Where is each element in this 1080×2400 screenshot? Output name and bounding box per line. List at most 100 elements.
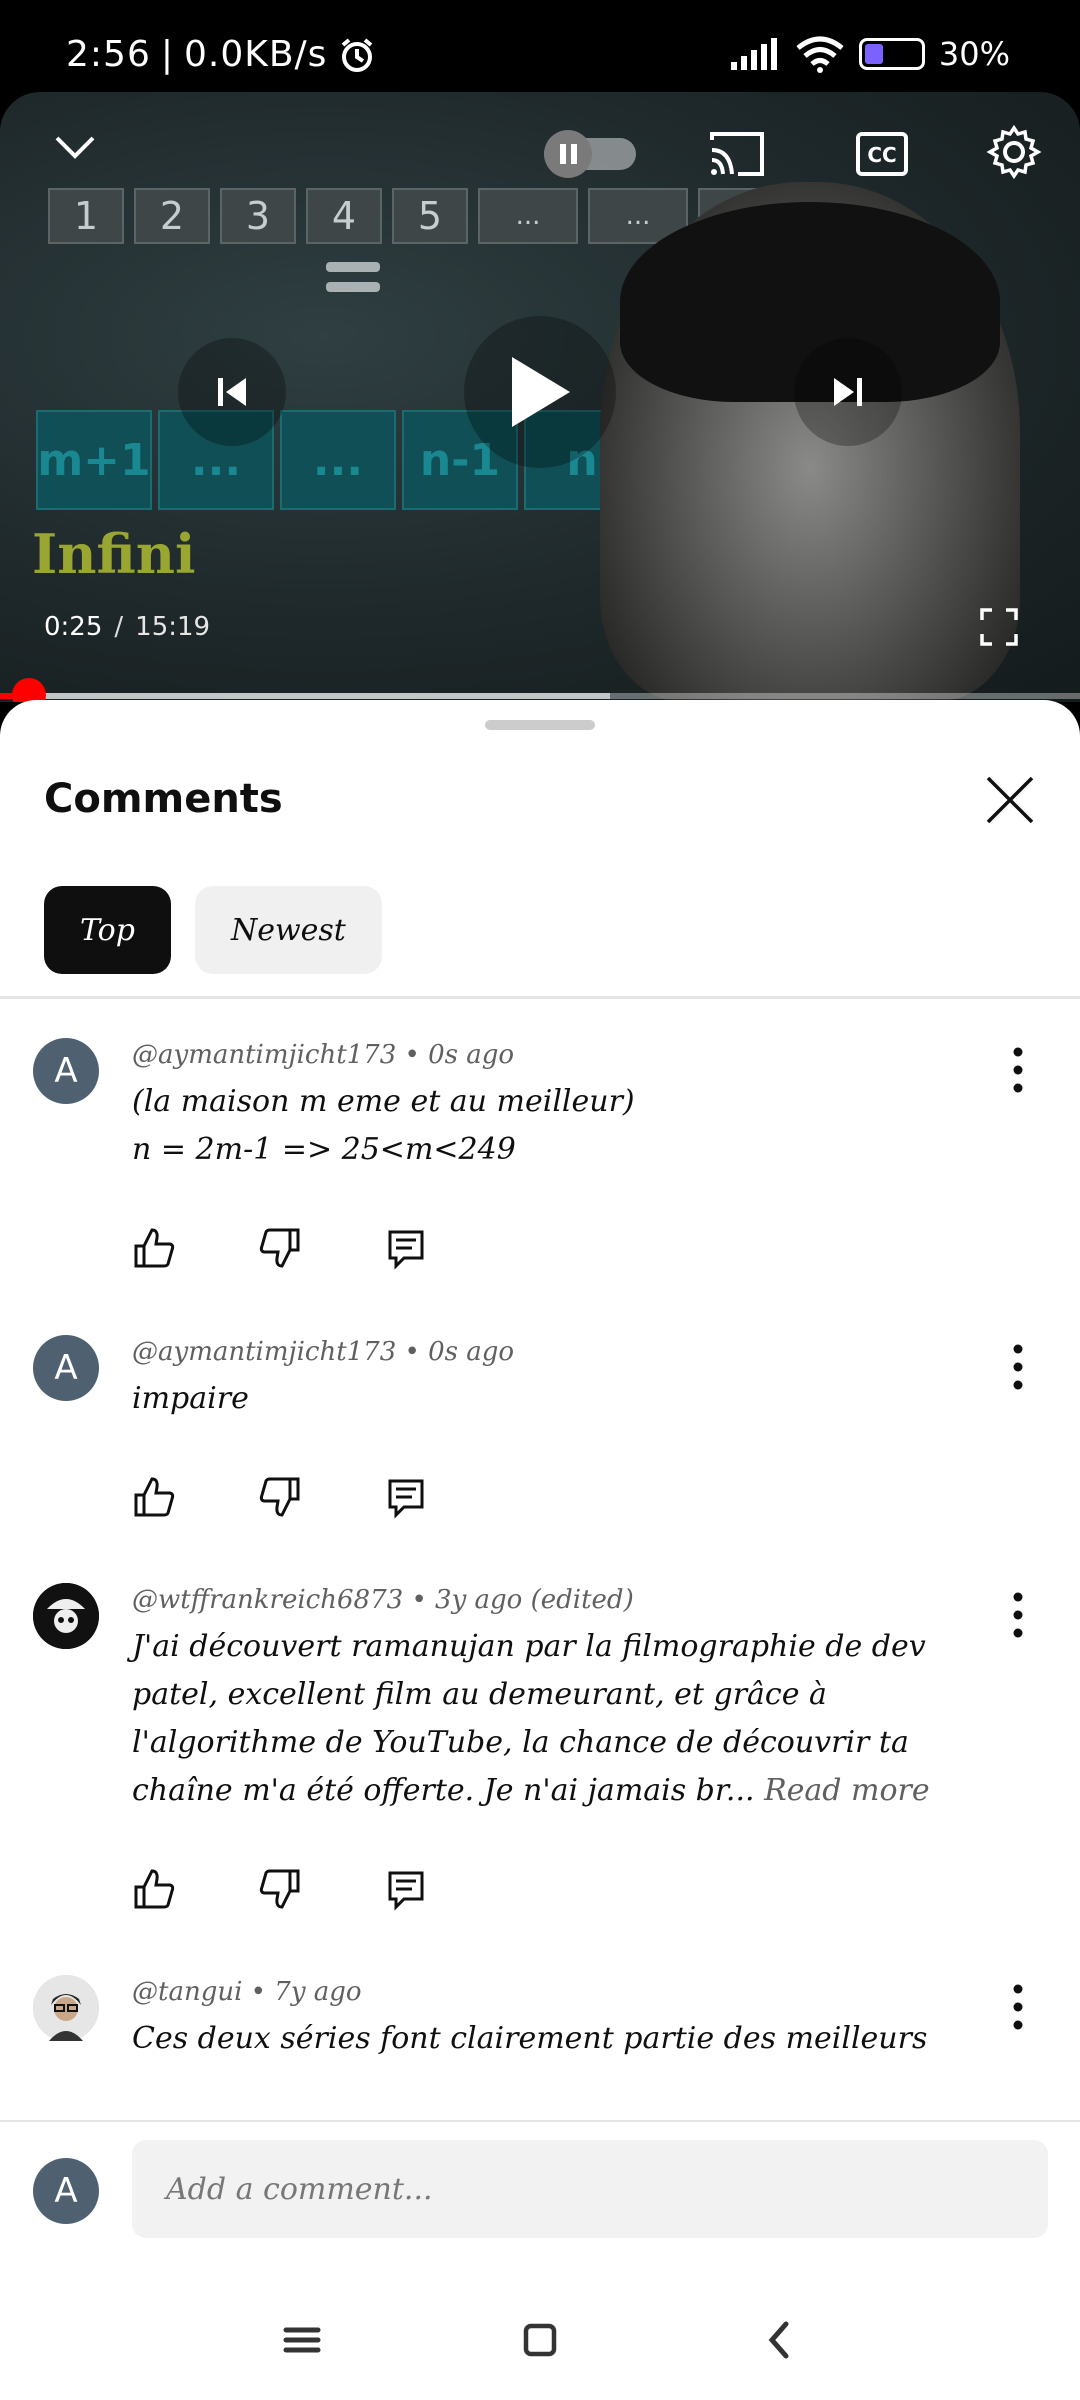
comment-item: A @aymantimjicht173 • 0s ago impaire	[0, 1327, 1080, 1575]
wifi-icon	[796, 36, 844, 73]
comments-sheet: Comments Top Newest A @aymantimjicht173 …	[0, 700, 1080, 2400]
like-icon[interactable]	[132, 1226, 176, 1270]
comment-age: 3y ago (edited)	[435, 1585, 634, 1615]
fullscreen-button[interactable]	[976, 604, 1022, 650]
menu-button[interactable]	[272, 2310, 332, 2370]
alarm-icon	[342, 37, 373, 72]
house-label-bottom: m+1	[36, 410, 152, 510]
dislike-icon[interactable]	[258, 1226, 302, 1270]
dislike-icon[interactable]	[258, 1475, 302, 1519]
overlay-text: Infini	[32, 522, 196, 586]
comment-actions	[132, 1467, 960, 1527]
house-label: 2	[134, 188, 210, 244]
video-player[interactable]: 12345......m-1 m+1......n-1n Infini CC	[0, 92, 1080, 702]
progress-bar[interactable]	[0, 693, 1080, 699]
avatar[interactable]	[33, 1583, 99, 1649]
battery-icon	[858, 38, 925, 70]
comment-author[interactable]: @wtffrankreich6873	[132, 1585, 403, 1615]
dislike-icon[interactable]	[258, 1867, 302, 1911]
reply-icon[interactable]	[384, 1475, 428, 1519]
close-button[interactable]	[980, 770, 1040, 830]
chevron-down-icon	[55, 136, 95, 159]
close-icon	[986, 776, 1034, 824]
like-icon[interactable]	[132, 1475, 176, 1519]
battery-percent: 30%	[938, 35, 1010, 73]
previous-button[interactable]	[178, 338, 286, 446]
reply-icon[interactable]	[384, 1226, 428, 1270]
comment-actions	[132, 1218, 960, 1278]
tab-newest[interactable]: Newest	[194, 886, 382, 974]
comment-item: @tangui • 7y ago Ces deux séries font cl…	[0, 1967, 1080, 2070]
next-button[interactable]	[794, 338, 902, 446]
more-options-icon[interactable]	[1012, 1046, 1024, 1094]
house-label: 5	[392, 188, 468, 244]
avatar[interactable]: A	[33, 1038, 99, 1104]
comment-text: impaire	[132, 1381, 249, 1416]
home-button[interactable]	[510, 2310, 570, 2370]
cc-icon: CC	[856, 132, 908, 176]
comment-author[interactable]: @tangui	[132, 1977, 242, 2007]
comment-text: (la maison m eme et au meilleur) n = 2m-…	[132, 1084, 635, 1167]
cast-button[interactable]	[706, 128, 768, 180]
skip-next-icon	[834, 378, 862, 406]
time-separator: /	[114, 612, 124, 642]
back-chevron-icon	[768, 2321, 789, 2359]
user-avatar[interactable]: A	[33, 2158, 99, 2224]
play-button[interactable]	[464, 316, 616, 468]
fullscreen-icon	[980, 608, 1018, 646]
add-comment-input[interactable]: Add a comment...	[132, 2140, 1048, 2238]
comment-item: A @aymantimjicht173 • 0s ago (la maison …	[0, 1030, 1080, 1327]
status-speed: 0.0KB/s	[183, 34, 328, 75]
menu-icon	[283, 2327, 321, 2353]
back-button[interactable]	[750, 2310, 810, 2370]
progress-scrubber[interactable]	[12, 678, 46, 702]
status-divider: |	[160, 34, 174, 75]
more-options-icon[interactable]	[1012, 1343, 1024, 1391]
system-nav-bar	[0, 2280, 1080, 2400]
status-bar: 2:56 | 0.0KB/s 30%	[0, 0, 1080, 92]
house-label: 3	[220, 188, 296, 244]
signal-icon	[730, 38, 777, 70]
meta-dot: •	[404, 1337, 420, 1367]
more-options-icon[interactable]	[1012, 1983, 1024, 2031]
progress-buffered	[0, 693, 611, 699]
meta-dot: •	[404, 1040, 420, 1070]
comment-text: J'ai découvert ramanujan par la filmogra…	[132, 1623, 960, 1815]
sort-tabs: Top Newest	[44, 886, 382, 974]
add-comment-bar: A Add a comment...	[0, 2120, 1080, 2292]
read-more-link[interactable]: Read more	[764, 1773, 930, 1808]
comment-actions	[132, 1859, 960, 1919]
comment-item: @wtffrankreich6873 • 3y ago (edited) J'a…	[0, 1575, 1080, 1967]
settings-button[interactable]	[984, 122, 1044, 182]
house-label: 1	[48, 188, 124, 244]
meta-dot: •	[250, 1977, 267, 2007]
comment-meta: @aymantimjicht173 • 0s ago	[132, 1327, 960, 1367]
like-icon[interactable]	[132, 1867, 176, 1911]
pirate-skull-avatar-icon	[33, 1583, 99, 1649]
skip-previous-icon	[218, 378, 246, 406]
collapse-button[interactable]	[50, 122, 100, 172]
house-label: ...	[478, 188, 578, 244]
comment-meta: @aymantimjicht173 • 0s ago	[132, 1030, 960, 1070]
comment-author[interactable]: @aymantimjicht173	[132, 1040, 396, 1070]
cast-icon	[710, 132, 764, 176]
comment-meta: @wtffrankreich6873 • 3y ago (edited)	[132, 1575, 960, 1615]
autoplay-toggle[interactable]	[540, 130, 640, 178]
avatar[interactable]	[33, 1975, 99, 2041]
comment-list[interactable]: A @aymantimjicht173 • 0s ago (la maison …	[0, 1030, 1080, 2070]
tab-top[interactable]: Top	[44, 886, 171, 974]
divider	[0, 996, 1080, 999]
comment-author[interactable]: @aymantimjicht173	[132, 1337, 396, 1367]
status-left: 2:56 | 0.0KB/s	[66, 34, 377, 75]
house-label: 4	[306, 188, 382, 244]
time-display: 0:25 / 15:19	[44, 612, 210, 642]
gear-icon	[986, 124, 1042, 180]
captions-button[interactable]: CC	[854, 128, 910, 180]
avatar[interactable]: A	[33, 1335, 99, 1401]
more-options-icon[interactable]	[1012, 1591, 1024, 1639]
comment-text: Ces deux séries font clairement partie d…	[132, 2021, 928, 2070]
drag-handle[interactable]	[485, 720, 595, 730]
comment-age: 7y ago	[274, 1977, 362, 2007]
reply-icon[interactable]	[384, 1867, 428, 1911]
svg-text:CC: CC	[867, 143, 896, 167]
